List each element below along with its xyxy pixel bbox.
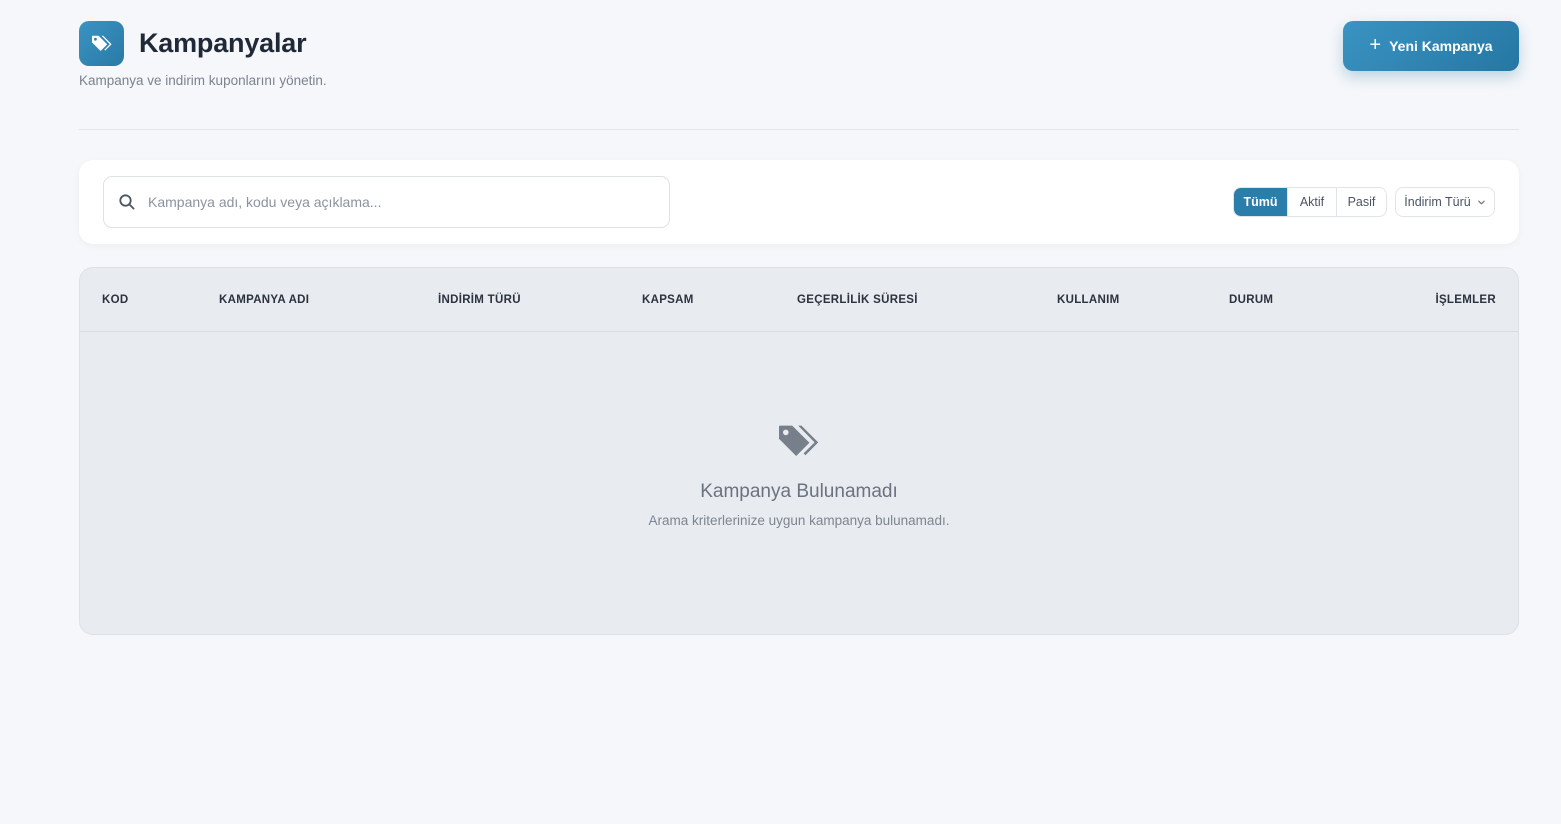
tags-icon [779, 425, 819, 456]
column-header-validity[interactable]: GEÇERLİLİK SÜRESİ [797, 294, 918, 306]
filter-bar: Tümü Aktif Pasif İndirim Türü [79, 160, 1519, 244]
chevron-down-icon [1477, 200, 1485, 204]
page-title: Kampanyalar [139, 28, 307, 58]
empty-state: Kampanya Bulunamadı Arama kriterlerinize… [80, 422, 1518, 528]
status-filter: Tümü Aktif Pasif [1233, 187, 1387, 217]
search-input[interactable] [148, 194, 628, 210]
status-filter-passive[interactable]: Pasif [1337, 188, 1386, 216]
search-box[interactable] [103, 176, 670, 228]
page-subtitle: Kampanya ve indirim kuponlarını yönetin. [79, 73, 327, 88]
column-header-discount-type[interactable]: İNDİRİM TÜRÜ [438, 294, 521, 306]
title-row: Kampanyalar [79, 21, 1519, 66]
status-filter-all[interactable]: Tümü [1234, 188, 1288, 216]
new-campaign-button[interactable]: + Yeni Kampanya [1343, 21, 1519, 71]
discount-type-select[interactable]: İndirim Türü [1395, 187, 1495, 217]
column-header-campaign-name[interactable]: KAMPANYA ADI [219, 294, 309, 306]
status-filter-active[interactable]: Aktif [1288, 188, 1337, 216]
campaigns-table: KOD KAMPANYA ADI İNDİRİM TÜRÜ KAPSAM GEÇ… [79, 267, 1519, 635]
header-divider [79, 129, 1519, 130]
new-campaign-button-label: Yeni Kampanya [1389, 38, 1493, 54]
page-header: Kampanyalar Kampanya ve indirim kuponlar… [79, 21, 1519, 91]
column-header-usage[interactable]: KULLANIM [1057, 294, 1119, 306]
campaigns-page: Kampanyalar Kampanya ve indirim kuponlar… [0, 0, 1561, 824]
empty-state-title: Kampanya Bulunamadı [700, 481, 898, 502]
search-icon [119, 194, 135, 210]
table-header: KOD KAMPANYA ADI İNDİRİM TÜRÜ KAPSAM GEÇ… [80, 268, 1518, 332]
column-header-status[interactable]: DURUM [1229, 294, 1273, 306]
discount-type-select-label: İndirim Türü [1404, 195, 1471, 209]
column-header-scope[interactable]: KAPSAM [642, 294, 694, 306]
tags-icon [79, 21, 124, 66]
column-header-actions: İŞLEMLER [1435, 294, 1496, 306]
column-header-code[interactable]: KOD [102, 294, 128, 306]
plus-icon: + [1369, 34, 1382, 56]
empty-state-text: Arama kriterlerinize uygun kampanya bulu… [648, 513, 950, 528]
